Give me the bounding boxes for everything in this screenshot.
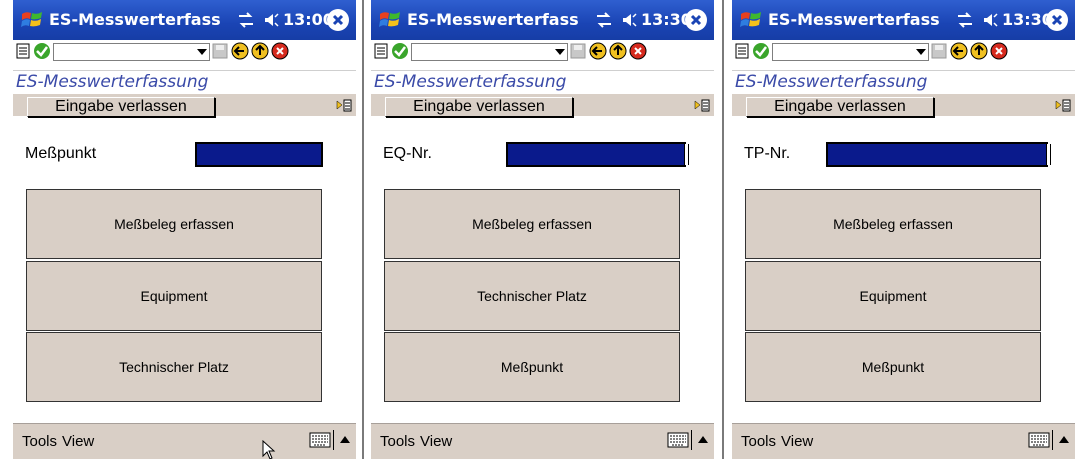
measuring-point-button[interactable]: Meßpunkt	[745, 332, 1041, 402]
windows-start-icon[interactable]	[20, 8, 44, 32]
close-icon[interactable]	[685, 9, 707, 31]
divider	[362, 0, 364, 459]
chevron-down-icon[interactable]	[197, 49, 207, 55]
field-label: TP-Nr.	[744, 145, 791, 162]
keyboard-icon[interactable]	[1028, 432, 1050, 448]
command-combo[interactable]	[411, 43, 568, 61]
chevron-down-icon[interactable]	[555, 49, 565, 55]
windows-start-icon[interactable]	[378, 8, 402, 32]
save-icon[interactable]	[569, 42, 587, 60]
app-name: ES-Messwerterfassung	[374, 72, 567, 92]
back-icon[interactable]	[589, 42, 607, 60]
field-label: EQ-Nr.	[383, 145, 432, 162]
close-icon[interactable]	[1046, 9, 1068, 31]
keyboard-icon[interactable]	[667, 432, 689, 448]
equipment-button[interactable]: Equipment	[745, 261, 1041, 331]
separator	[1052, 430, 1053, 450]
text-cursor	[684, 144, 689, 165]
command-combo[interactable]	[53, 43, 210, 61]
menu-arrow-icon[interactable]	[336, 98, 352, 113]
connectivity-icon[interactable]	[595, 11, 613, 29]
divider	[722, 0, 724, 459]
notes-icon[interactable]	[15, 42, 33, 60]
menu-arrow-icon[interactable]	[694, 98, 710, 113]
title-bar: ES-Messwerterfass 13:30	[371, 0, 714, 40]
save-icon[interactable]	[930, 42, 948, 60]
window-title: ES-Messwerterfass	[49, 10, 221, 29]
toolbar	[13, 40, 356, 71]
cancel-icon[interactable]	[271, 42, 289, 60]
window-title: ES-Messwerterfass	[407, 10, 579, 29]
exit-entry-button[interactable]: Eingabe verlassen	[746, 97, 934, 117]
functional-location-button[interactable]: Technischer Platz	[26, 332, 322, 402]
notes-icon[interactable]	[373, 42, 391, 60]
chevron-down-icon[interactable]	[916, 49, 926, 55]
toolbar	[732, 40, 1075, 71]
mouse-pointer-icon	[262, 440, 276, 459]
window-title: ES-Messwerterfass	[768, 10, 940, 29]
save-icon[interactable]	[211, 42, 229, 60]
volume-icon[interactable]	[263, 11, 281, 29]
windows-start-icon[interactable]	[739, 8, 763, 32]
screen-3: ES-Messwerterfass 13:30 ES-Messwerterfas…	[732, 0, 1075, 459]
menu-bar: Tools View	[13, 423, 356, 459]
up-icon[interactable]	[609, 42, 627, 60]
app-name: ES-Messwerterfassung	[16, 72, 209, 92]
measurement-document-button[interactable]: Meßbeleg erfassen	[26, 189, 322, 259]
view-menu[interactable]: View	[62, 433, 94, 450]
menu-arrow-icon[interactable]	[1055, 98, 1071, 113]
volume-icon[interactable]	[982, 11, 1000, 29]
app-name: ES-Messwerterfassung	[735, 72, 928, 92]
menu-bar: Tools View	[732, 423, 1075, 459]
close-icon[interactable]	[327, 9, 349, 31]
toolbar	[371, 40, 714, 71]
input-field[interactable]	[194, 141, 324, 168]
field-label: Meßpunkt	[25, 145, 97, 162]
separator	[691, 430, 692, 450]
view-menu[interactable]: View	[420, 433, 452, 450]
checkmark-icon[interactable]	[391, 42, 409, 60]
cancel-icon[interactable]	[990, 42, 1008, 60]
notes-icon[interactable]	[734, 42, 752, 60]
tools-menu[interactable]: Tools	[741, 433, 776, 450]
connectivity-icon[interactable]	[237, 11, 255, 29]
equipment-button[interactable]: Equipment	[26, 261, 322, 331]
view-menu[interactable]: View	[781, 433, 813, 450]
tools-menu[interactable]: Tools	[22, 433, 57, 450]
up-icon[interactable]	[251, 42, 269, 60]
cancel-icon[interactable]	[629, 42, 647, 60]
measurement-document-button[interactable]: Meßbeleg erfassen	[745, 189, 1041, 259]
functional-location-button[interactable]: Technischer Platz	[384, 261, 680, 331]
title-bar: ES-Messwerterfass 13:00	[13, 0, 356, 40]
title-bar: ES-Messwerterfass 13:30	[732, 0, 1075, 40]
command-combo[interactable]	[772, 43, 929, 61]
menu-bar: Tools View	[371, 423, 714, 459]
sip-arrow-icon[interactable]	[1059, 436, 1069, 443]
menu-strip: Eingabe verlassen	[13, 94, 356, 117]
volume-icon[interactable]	[621, 11, 639, 29]
checkmark-icon[interactable]	[752, 42, 770, 60]
screen-2: ES-Messwerterfass 13:30 ES-Messwerterfas…	[371, 0, 714, 459]
measurement-document-button[interactable]: Meßbeleg erfassen	[384, 189, 680, 259]
keyboard-icon[interactable]	[309, 432, 331, 448]
text-cursor	[1046, 144, 1051, 165]
measuring-point-button[interactable]: Meßpunkt	[384, 332, 680, 402]
separator	[333, 430, 334, 450]
input-field[interactable]	[825, 141, 1051, 168]
tools-menu[interactable]: Tools	[380, 433, 415, 450]
menu-strip: Eingabe verlassen	[732, 94, 1075, 117]
back-icon[interactable]	[231, 42, 249, 60]
connectivity-icon[interactable]	[956, 11, 974, 29]
screen-1: ES-Messwerterfass 13:00 ES-Messwerterfas…	[13, 0, 356, 459]
sip-arrow-icon[interactable]	[340, 436, 350, 443]
exit-entry-button[interactable]: Eingabe verlassen	[27, 97, 215, 117]
input-field[interactable]	[505, 141, 689, 168]
menu-strip: Eingabe verlassen	[371, 94, 714, 117]
sip-arrow-icon[interactable]	[698, 436, 708, 443]
exit-entry-button[interactable]: Eingabe verlassen	[385, 97, 573, 117]
back-icon[interactable]	[950, 42, 968, 60]
up-icon[interactable]	[970, 42, 988, 60]
checkmark-icon[interactable]	[33, 42, 51, 60]
